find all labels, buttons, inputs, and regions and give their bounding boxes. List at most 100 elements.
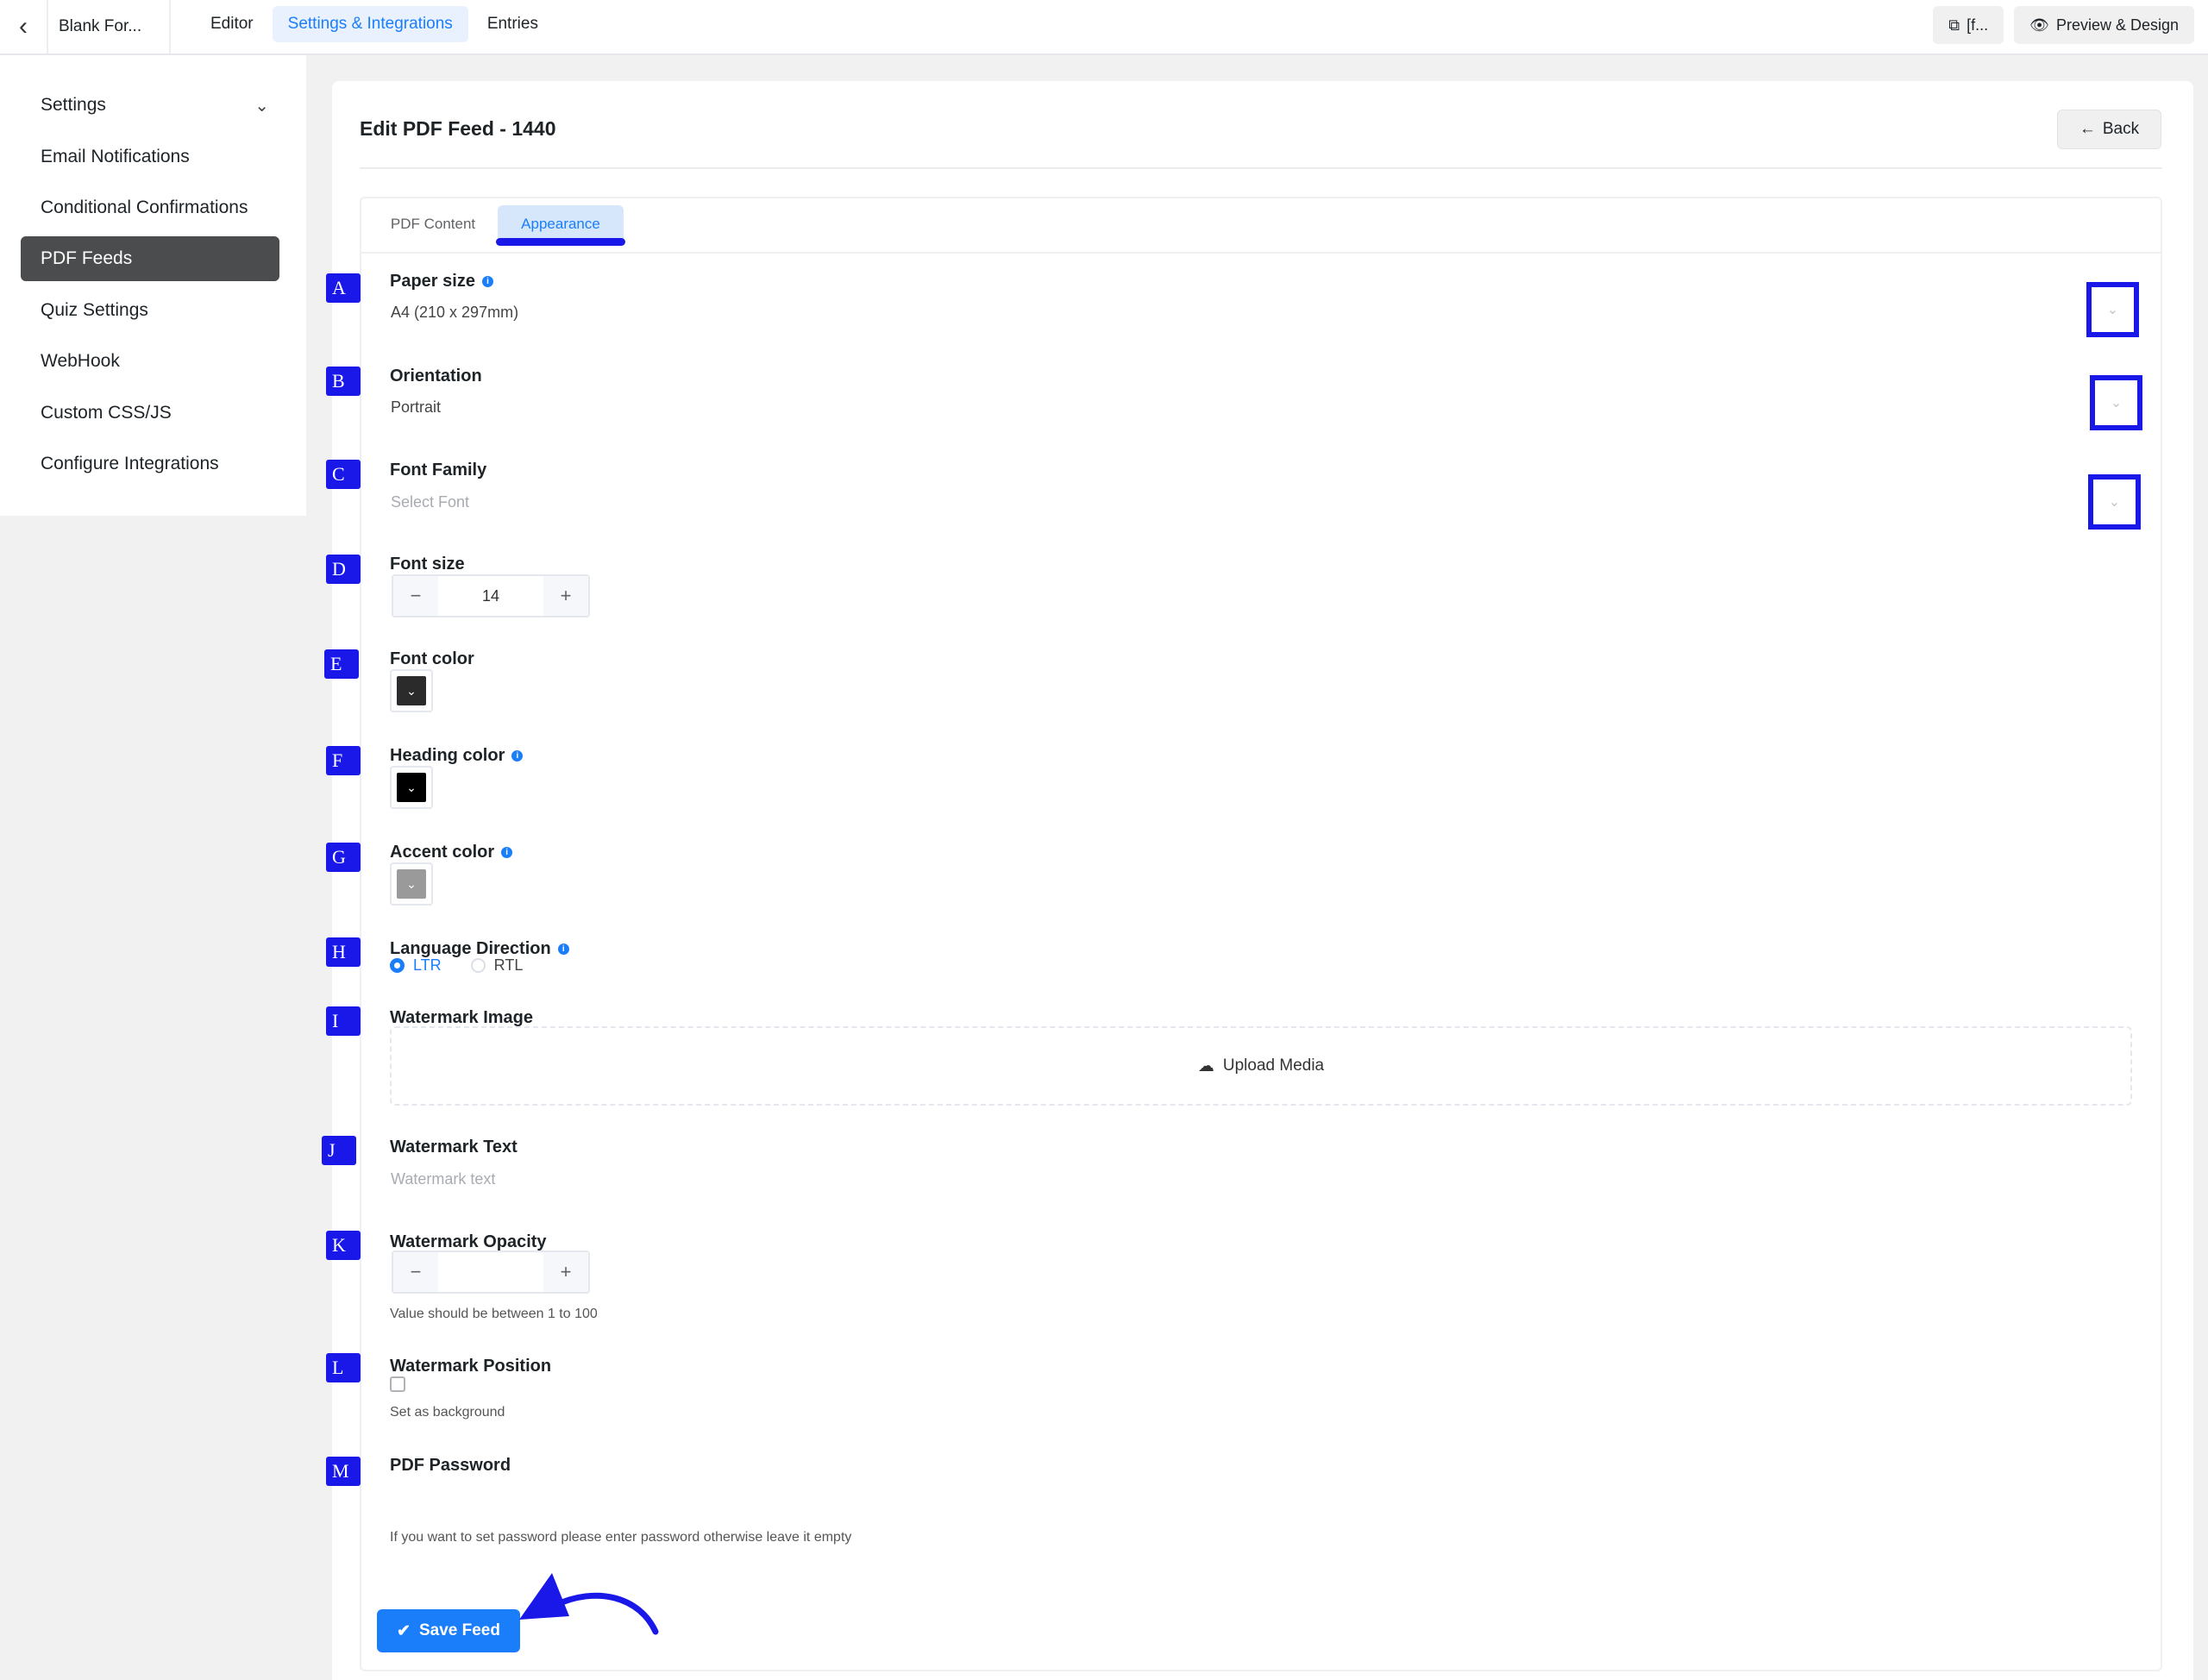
sidebar-item-custom-css-js[interactable]: Custom CSS/JS <box>21 391 279 436</box>
sidebar-item-settings[interactable]: Settings ⌄ <box>21 83 279 128</box>
pdf-password-help: If you want to set password please enter… <box>390 1530 852 1545</box>
marker-g: G <box>326 843 361 872</box>
watermark-position-label-text: Watermark Position <box>390 1357 552 1376</box>
heading-color-picker[interactable]: ⌄ <box>390 766 433 809</box>
top-bar: ‹ Blank For... Editor Settings & Integra… <box>0 0 2208 55</box>
font-family-select[interactable]: Select Font <box>391 493 469 511</box>
sidebar-item-quiz-settings[interactable]: Quiz Settings <box>21 288 279 333</box>
chevron-down-icon: ⌄ <box>254 96 269 116</box>
check-circle-icon: ✔ <box>397 1621 411 1640</box>
annotation-underline <box>496 238 625 246</box>
feed-form-panel: PDF Content Appearance <box>360 197 2162 1671</box>
back-button[interactable]: ← Back <box>2057 110 2161 149</box>
font-color-label-text: Font color <box>390 649 474 668</box>
font-family-label-text: Font Family <box>390 461 487 480</box>
language-direction-radios: LTR RTL <box>390 956 523 975</box>
chevron-down-icon: ⌄ <box>397 773 426 802</box>
increase-button[interactable]: + <box>543 1252 588 1292</box>
paper-size-select[interactable]: A4 (210 x 297mm) <box>391 304 518 322</box>
radio-dot <box>390 958 405 973</box>
save-feed-label: Save Feed <box>418 1621 500 1639</box>
nav-entries[interactable]: Entries <box>472 6 554 42</box>
nav-settings-integrations[interactable]: Settings & Integrations <box>272 6 468 42</box>
watermark-image-label-text: Watermark Image <box>390 1008 533 1027</box>
pdf-password-label: PDF Password <box>390 1456 511 1476</box>
sidebar-item-configure-integrations[interactable]: Configure Integrations <box>21 442 279 486</box>
marker-m: M <box>326 1457 361 1486</box>
shortcode-button[interactable]: ⧉ [f... <box>1933 6 2004 44</box>
info-icon: i <box>501 847 513 858</box>
watermark-position-label: Watermark Position <box>390 1357 551 1376</box>
marker-e: E <box>324 649 359 679</box>
upload-media-label: Upload Media <box>1222 1056 1325 1075</box>
paper-size-dropdown-chevron-icon[interactable]: ⌄ <box>2086 282 2139 337</box>
watermark-text-label-text: Watermark Text <box>390 1138 518 1157</box>
accent-color-picker[interactable]: ⌄ <box>390 862 433 906</box>
tab-pdf-content[interactable]: PDF Content <box>379 205 487 243</box>
top-right-actions: ⧉ [f... 👁 Preview & Design <box>1933 6 2194 44</box>
marker-d: D <box>326 555 361 584</box>
watermark-image-label: Watermark Image <box>390 1008 533 1028</box>
font-size-input[interactable]: 14 <box>438 576 543 616</box>
sidebar-item-label: Settings <box>41 95 106 115</box>
paper-size-label-text: Paper size <box>390 272 475 291</box>
radio-rtl-label: RTL <box>493 956 524 974</box>
watermark-text-label: Watermark Text <box>390 1138 518 1157</box>
form-name[interactable]: Blank For... <box>48 0 171 53</box>
pdf-password-label-text: PDF Password <box>390 1456 511 1475</box>
marker-j: J <box>322 1136 356 1165</box>
nav-editor[interactable]: Editor <box>195 6 269 42</box>
shortcode-label: [f... <box>1966 16 1989 34</box>
watermark-opacity-label-text: Watermark Opacity <box>390 1232 547 1251</box>
font-color-label: Font color <box>390 649 474 669</box>
top-nav: Editor Settings & Integrations Entries <box>195 6 557 42</box>
orientation-dropdown-chevron-icon[interactable]: ⌄ <box>2090 375 2142 430</box>
font-family-label: Font Family <box>390 461 486 480</box>
increase-button[interactable]: + <box>543 576 588 616</box>
marker-l: L <box>326 1353 361 1382</box>
radio-ltr-label: LTR <box>413 956 442 974</box>
divider <box>360 167 2162 169</box>
watermark-opacity-input[interactable] <box>438 1252 543 1292</box>
sidebar-item-conditional-confirmations[interactable]: Conditional Confirmations <box>21 185 279 230</box>
arrow-left-icon: ← <box>2079 120 2096 138</box>
info-icon: i <box>511 750 524 762</box>
eye-icon: 👁 <box>2029 16 2049 34</box>
font-size-stepper: − 14 + <box>392 574 590 617</box>
font-family-dropdown-chevron-icon[interactable]: ⌄ <box>2088 474 2141 530</box>
sidebar-item-pdf-feeds[interactable]: PDF Feeds <box>21 236 279 281</box>
decrease-button[interactable]: − <box>393 576 438 616</box>
chevron-down-icon: ⌄ <box>397 869 426 899</box>
font-color-picker[interactable]: ⌄ <box>390 669 433 712</box>
decrease-button[interactable]: − <box>393 1252 438 1292</box>
copy-icon: ⧉ <box>1948 16 1960 34</box>
sidebar-item-email-notifications[interactable]: Email Notifications <box>21 135 279 179</box>
font-size-label-text: Font size <box>390 555 465 574</box>
radio-rtl[interactable]: RTL <box>470 956 524 975</box>
upload-media-button[interactable]: ☁ Upload Media <box>390 1026 2132 1106</box>
font-size-label: Font size <box>390 555 465 574</box>
set-as-background-checkbox[interactable] <box>390 1376 405 1392</box>
save-feed-button[interactable]: ✔ Save Feed <box>377 1609 520 1652</box>
info-icon: i <box>557 943 569 955</box>
radio-ltr[interactable]: LTR <box>390 956 442 975</box>
accent-color-label: Accent color i <box>390 843 513 862</box>
preview-design-button[interactable]: 👁 Preview & Design <box>2014 6 2194 44</box>
marker-i: I <box>326 1006 361 1036</box>
orientation-select[interactable]: Portrait <box>391 398 441 417</box>
watermark-opacity-stepper: − + <box>392 1251 590 1294</box>
info-icon: i <box>481 276 493 287</box>
marker-b: B <box>326 367 361 396</box>
marker-a: A <box>326 273 361 303</box>
main-card: Edit PDF Feed - 1440 ← Back PDF Content … <box>332 81 2193 1680</box>
watermark-text-input[interactable]: Watermark text <box>391 1170 495 1188</box>
tabs: PDF Content Appearance <box>361 198 2161 254</box>
orientation-label: Orientation <box>390 367 482 386</box>
watermark-opacity-help: Value should be between 1 to 100 <box>390 1307 598 1321</box>
page-title: Edit PDF Feed - 1440 <box>360 117 556 140</box>
sidebar-item-webhook[interactable]: WebHook <box>21 339 279 384</box>
heading-color-label: Heading color i <box>390 746 524 766</box>
marker-k: K <box>326 1231 361 1260</box>
back-chevron-icon[interactable]: ‹ <box>0 0 48 53</box>
heading-color-label-text: Heading color <box>390 746 505 765</box>
